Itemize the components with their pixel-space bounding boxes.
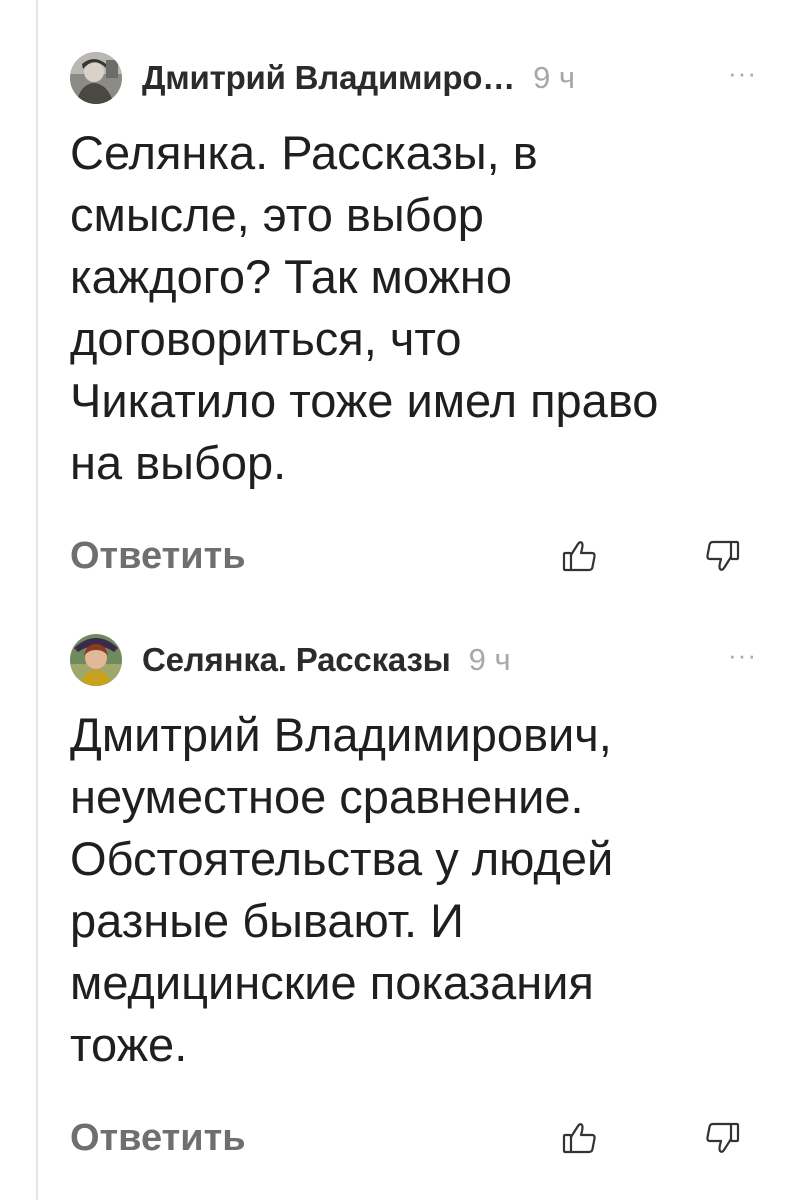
comment-text: Селянка. Рассказы, в смысле, это выбор к… <box>70 126 659 489</box>
avatar-photo <box>70 52 122 104</box>
comment-text: Дмитрий Владимирович, неуместное сравнен… <box>70 708 614 1071</box>
author-name[interactable]: Дмитрий Владимиро… <box>142 59 515 97</box>
avatar[interactable] <box>70 52 122 104</box>
reply-button[interactable]: Ответить <box>70 535 246 578</box>
comment: Дмитрий Владимиро… 9 ч ··· Селянка. Расс… <box>70 48 757 586</box>
thumb-up-icon[interactable] <box>560 536 600 576</box>
thread-line <box>36 0 38 1200</box>
comment-time: 9 ч <box>533 60 576 95</box>
reply-button[interactable]: Ответить <box>70 1117 246 1160</box>
thumb-down-icon[interactable] <box>702 1118 742 1158</box>
author-name[interactable]: Селянка. Рассказы <box>142 641 451 679</box>
avatar-photo <box>70 634 122 686</box>
comment-header: Селянка. Рассказы 9 ч ··· <box>70 630 757 690</box>
thumb-up-icon[interactable] <box>560 1118 600 1158</box>
comment-time: 9 ч <box>468 642 511 677</box>
comment: Селянка. Рассказы 9 ч ··· Дмитрий Владим… <box>70 630 757 1168</box>
avatar[interactable] <box>70 634 122 686</box>
comment-actions: Ответить <box>70 526 757 586</box>
more-options-icon[interactable]: ··· <box>728 640 757 671</box>
more-options-icon[interactable]: ··· <box>728 58 757 89</box>
comment-header: Дмитрий Владимиро… 9 ч ··· <box>70 48 757 108</box>
comment-actions: Ответить <box>70 1108 757 1168</box>
thumb-down-icon[interactable] <box>702 536 742 576</box>
